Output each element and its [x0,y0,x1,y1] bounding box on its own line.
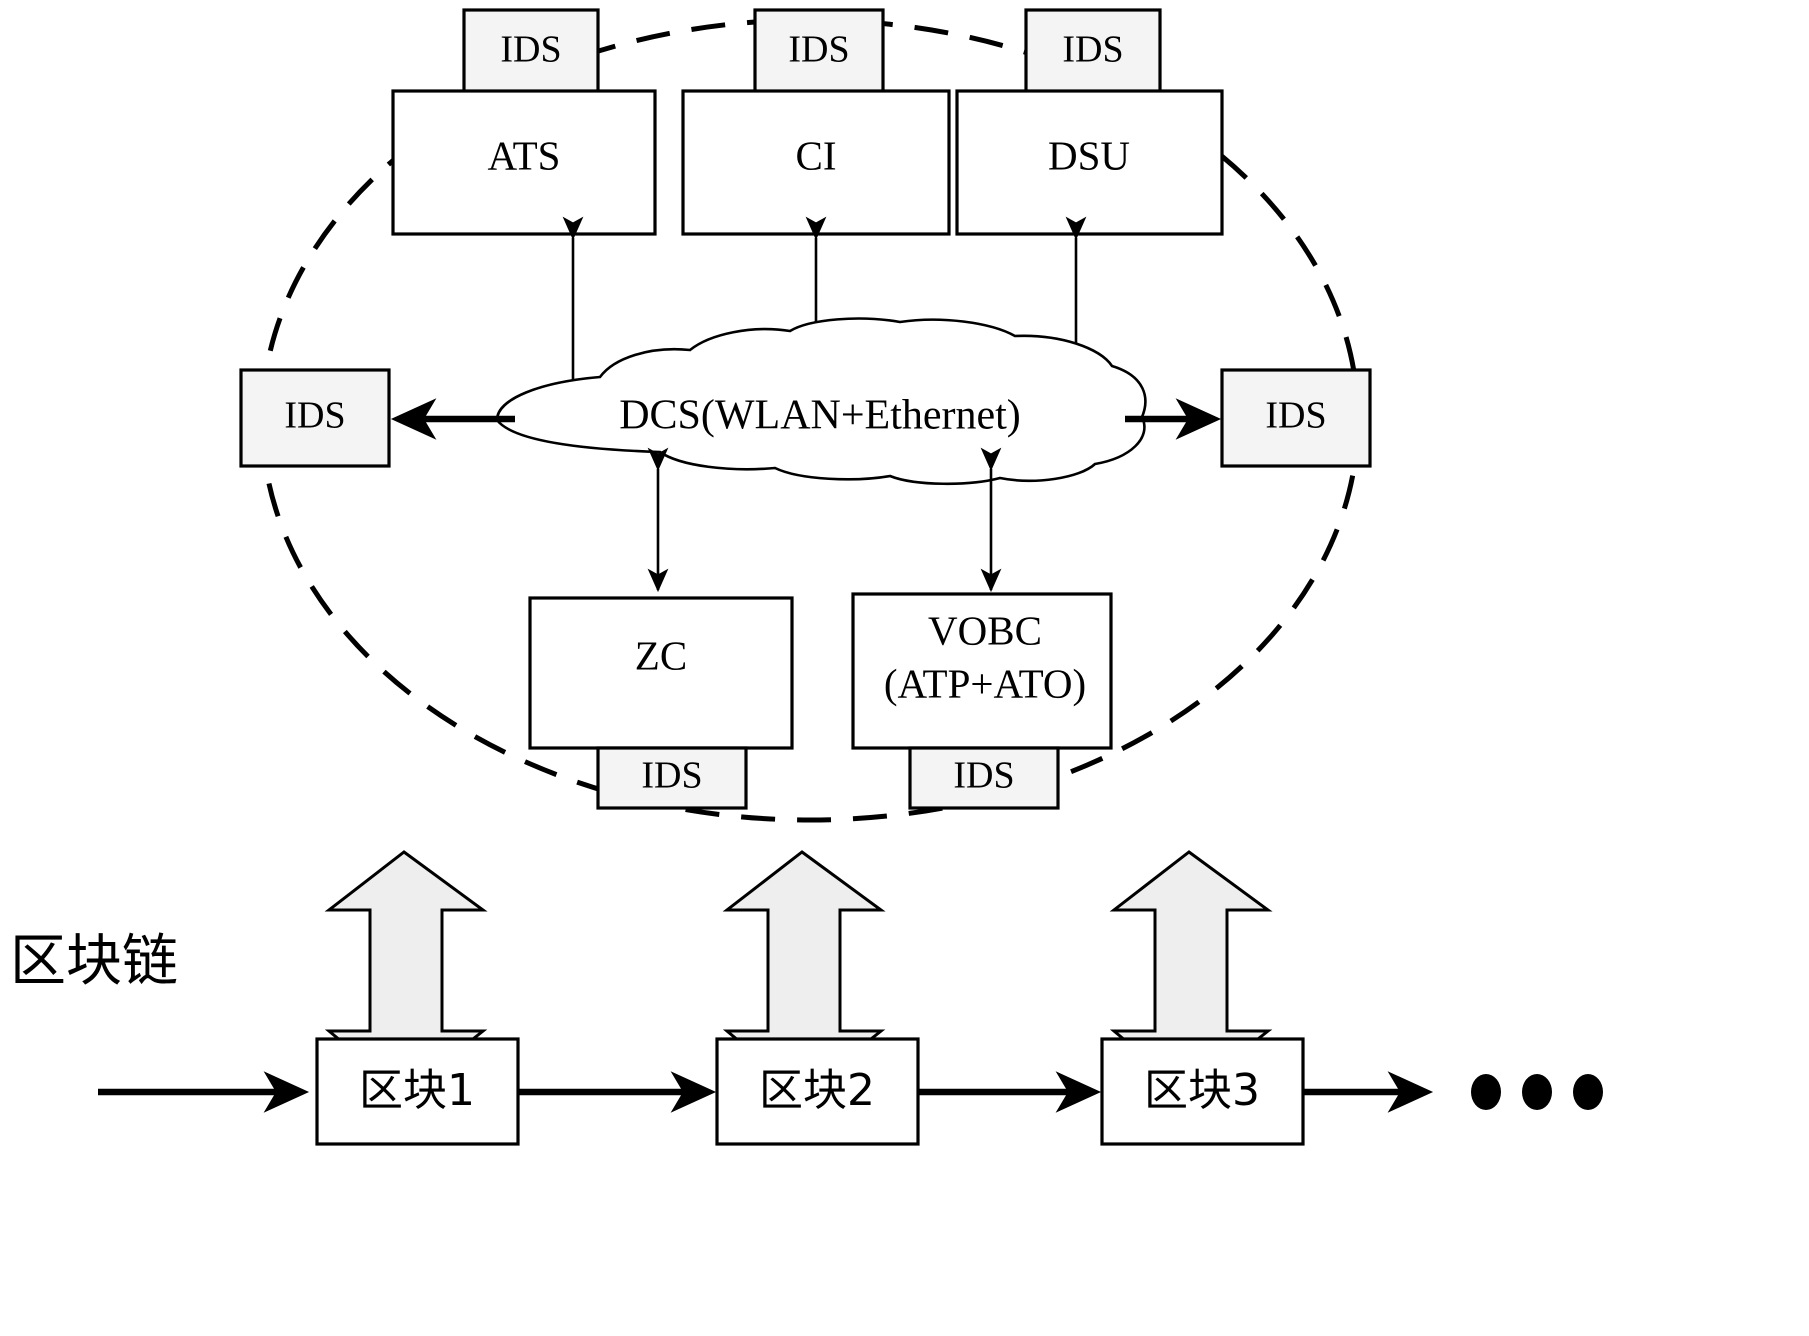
block-label: 区块3 [1144,1065,1260,1116]
dcs-label: DCS(WLAN+Ethernet) [619,393,1021,439]
ids-label: IDS [1062,29,1123,71]
ci-label: CI [796,132,837,178]
bottom-ids-1: IDS [596,746,748,810]
ids-label: IDS [1265,395,1326,437]
ids-label: IDS [788,29,849,71]
vobc-sublabel: (ATP+ATO) [884,660,1086,706]
box-ci: CI [681,89,951,236]
top-ids-3: IDS [1024,8,1162,94]
box-ats: ATS [391,89,657,236]
ats-label: ATS [488,132,561,178]
block-1: 区块1 [315,1037,520,1146]
box-vobc: VOBC (ATP+ATO) [851,592,1113,750]
ellipsis-dot [1471,1074,1501,1110]
ellipsis-dot [1522,1074,1552,1110]
box-zc: ZC [528,596,794,750]
chain-ellipsis [1471,1074,1603,1110]
vobc-label: VOBC [928,607,1042,653]
box-dsu: DSU [955,89,1224,236]
block-3: 区块3 [1100,1037,1305,1146]
ids-label: IDS [500,29,561,71]
system-architecture-diagram: IDS IDS IDS ATS CI DSU DCS(WLAN+Ethernet… [10,8,1603,1146]
bottom-ids-2: IDS [908,746,1060,810]
ids-label: IDS [953,755,1014,797]
left-ids: IDS [239,368,391,468]
block-label: 区块2 [759,1065,875,1116]
ids-label: IDS [284,395,345,437]
block-2: 区块2 [715,1037,920,1146]
dsu-label: DSU [1048,132,1130,178]
right-ids: IDS [1220,368,1372,468]
zc-label: ZC [635,632,687,678]
diagram-canvas: IDS IDS IDS ATS CI DSU DCS(WLAN+Ethernet… [0,0,1809,1336]
blockchain-section-label: 区块链 [10,929,178,994]
top-ids-2: IDS [753,8,885,94]
ellipsis-dot [1573,1074,1603,1110]
top-ids-1: IDS [462,8,600,94]
ids-label: IDS [641,755,702,797]
block-label: 区块1 [359,1065,475,1116]
